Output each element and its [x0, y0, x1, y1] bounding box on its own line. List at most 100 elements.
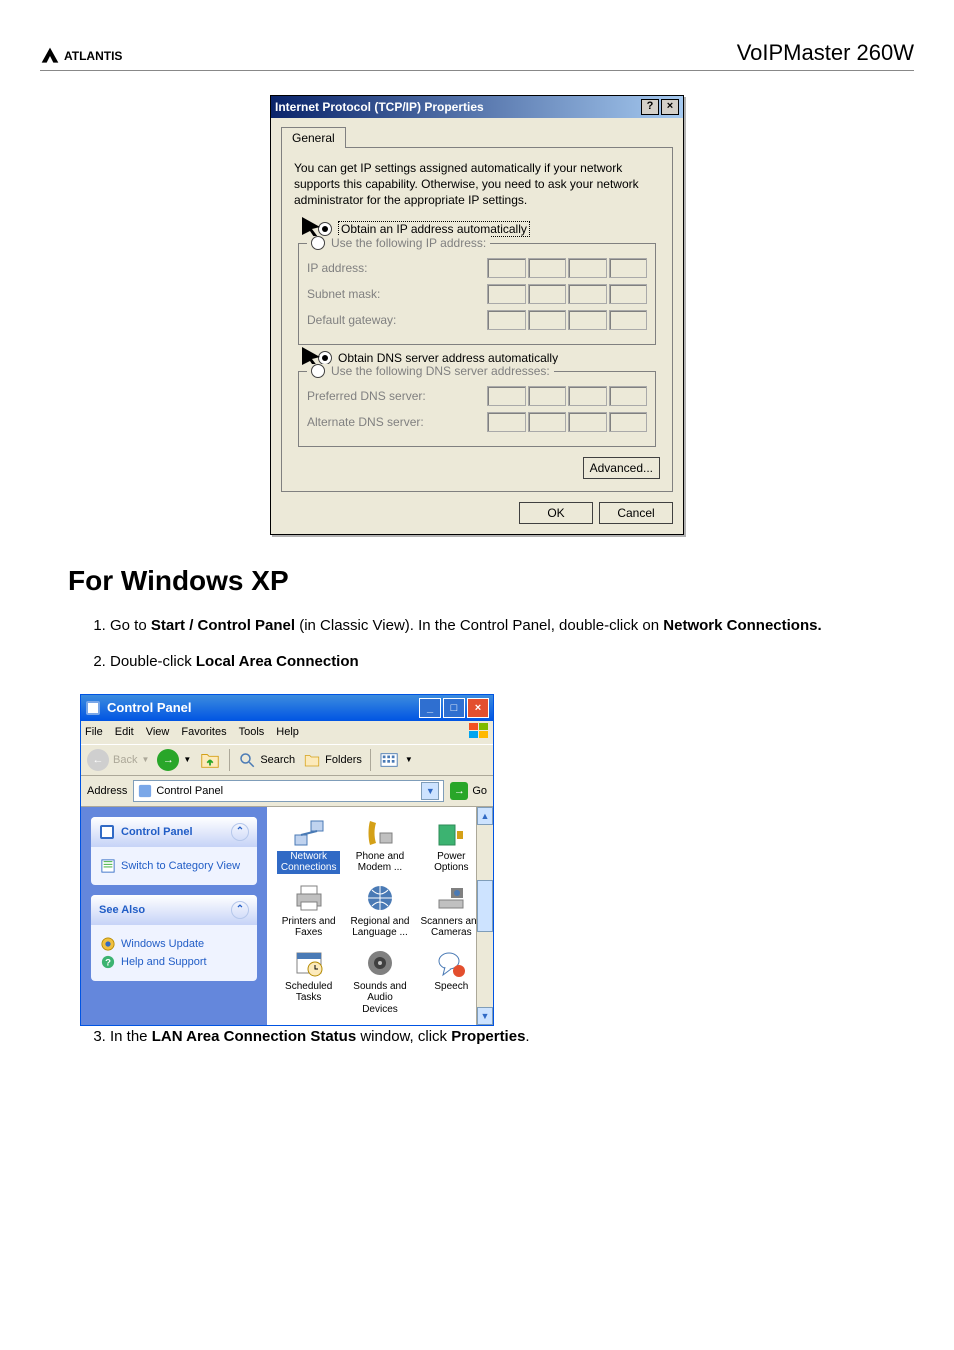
icon-sounds-audio[interactable]: Sounds and Audio Devices — [346, 945, 413, 1018]
help-button[interactable]: ? — [641, 99, 659, 115]
sidebar: Control Panel ⌃ Switch to Category View … — [81, 807, 267, 1026]
step-3: In the LAN Area Connection Status window… — [110, 1026, 914, 1049]
ip-address-field — [487, 258, 647, 278]
icon-phone-modem[interactable]: Phone and Modem ... — [346, 815, 413, 876]
go-arrow-icon: → — [450, 782, 468, 800]
address-value: Control Panel — [156, 785, 223, 797]
scroll-thumb[interactable] — [477, 880, 493, 932]
sidebar-switch-view[interactable]: Switch to Category View — [101, 859, 247, 873]
address-label: Address — [87, 785, 127, 797]
default-gateway-field — [487, 310, 647, 330]
scrollbar[interactable]: ▲ ▼ — [476, 807, 493, 1026]
menu-favorites[interactable]: Favorites — [181, 726, 226, 738]
icon-power-options[interactable]: Power Options — [418, 815, 485, 876]
control-panel-window: Control Panel _ □ × File Edit View Favor… — [80, 694, 494, 1027]
views-icon — [379, 751, 401, 769]
menu-view[interactable]: View — [146, 726, 170, 738]
scroll-down-icon[interactable]: ▼ — [477, 1007, 493, 1025]
menu-bar: File Edit View Favorites Tools Help — [81, 721, 493, 744]
network-icon — [293, 817, 325, 849]
go-button[interactable]: →Go — [450, 782, 487, 800]
close-button[interactable]: × — [661, 99, 679, 115]
icon-network-connections[interactable]: Network Connections — [275, 815, 342, 876]
menu-file[interactable]: File — [85, 726, 103, 738]
close-button[interactable]: × — [467, 698, 489, 718]
radio-label: Obtain DNS server address automatically — [338, 351, 558, 365]
switch-view-icon — [101, 859, 115, 873]
window-title: Control Panel — [107, 700, 192, 715]
power-icon — [435, 817, 467, 849]
help-icon: ? — [101, 955, 115, 969]
up-button[interactable] — [199, 749, 221, 771]
globe-icon — [364, 882, 396, 914]
step-1: Go to Start / Control Panel (in Classic … — [110, 615, 914, 638]
menu-help[interactable]: Help — [276, 726, 299, 738]
tab-general[interactable]: General — [281, 127, 346, 148]
maximize-button[interactable]: □ — [443, 698, 465, 718]
search-button[interactable]: Search — [238, 751, 295, 769]
icon-scheduled-tasks[interactable]: Scheduled Tasks — [275, 945, 342, 1018]
general-panel: You can get IP settings assigned automat… — [281, 147, 673, 492]
minimize-button[interactable]: _ — [419, 698, 441, 718]
folders-button[interactable]: Folders — [303, 751, 362, 769]
dialog-title: Internet Protocol (TCP/IP) Properties — [275, 100, 484, 114]
tcpip-properties-dialog: Internet Protocol (TCP/IP) Properties ? … — [270, 95, 684, 535]
back-button[interactable]: ←Back▼ — [87, 749, 149, 771]
preferred-dns-label: Preferred DNS server: — [307, 389, 487, 403]
collapse-icon[interactable]: ⌃ — [231, 901, 249, 919]
scroll-up-icon[interactable]: ▲ — [477, 807, 493, 825]
icon-printers-faxes[interactable]: Printers and Faxes — [275, 880, 342, 941]
radio-dot-icon — [311, 364, 325, 378]
control-panel-icon — [85, 700, 101, 716]
sidebar-heading: See Also — [99, 904, 145, 916]
folder-up-icon — [199, 749, 221, 771]
ip-address-label: IP address: — [307, 261, 487, 275]
speech-icon — [435, 947, 467, 979]
address-dropdown-icon[interactable]: ▼ — [421, 782, 439, 800]
step-2: Double-click Local Area Connection — [110, 651, 914, 674]
collapse-icon[interactable]: ⌃ — [231, 823, 249, 841]
windows-flag-icon — [469, 723, 489, 742]
cancel-button[interactable]: Cancel — [599, 502, 673, 524]
radio-dot-icon — [311, 236, 325, 250]
radio-use-dns-manual[interactable]: Use the following DNS server addresses: — [331, 364, 550, 378]
brand-text: ATLANTIS — [64, 49, 122, 63]
subnet-mask-field — [487, 284, 647, 304]
brand-logo: ATLANTIS — [40, 46, 122, 66]
scheduled-icon — [293, 947, 325, 979]
speaker-icon — [364, 947, 396, 979]
sidebar-box-see-also: See Also ⌃ Windows Update ?Help and Supp… — [91, 895, 257, 981]
panel-description: You can get IP settings assigned automat… — [294, 160, 660, 209]
product-title: VoIPMaster 260W — [737, 40, 914, 66]
section-heading: For Windows XP — [68, 565, 914, 597]
arrow-logo-icon — [40, 46, 60, 66]
camera-icon — [435, 882, 467, 914]
icon-speech[interactable]: Speech — [418, 945, 485, 1018]
globe-icon — [101, 937, 115, 951]
icon-regional-language[interactable]: Regional and Language ... — [346, 880, 413, 941]
ok-button[interactable]: OK — [519, 502, 593, 524]
menu-edit[interactable]: Edit — [115, 726, 134, 738]
forward-arrow-icon: → — [157, 749, 179, 771]
radio-obtain-dns-auto[interactable]: Obtain DNS server address automatically — [318, 351, 660, 365]
sidebar-windows-update[interactable]: Windows Update — [101, 937, 247, 951]
printer-icon — [293, 882, 325, 914]
alternate-dns-label: Alternate DNS server: — [307, 415, 487, 429]
preferred-dns-field — [487, 386, 647, 406]
advanced-button[interactable]: Advanced... — [583, 457, 660, 479]
radio-label: Obtain an IP address automatically — [338, 221, 530, 237]
sidebar-help-support[interactable]: ?Help and Support — [101, 955, 247, 969]
icon-scanners-cameras[interactable]: Scanners and Cameras — [418, 880, 485, 941]
address-bar: Address Control Panel ▼ →Go — [81, 776, 493, 807]
radio-use-ip-manual[interactable]: Use the following IP address: — [331, 236, 486, 250]
forward-button[interactable]: →▼ — [157, 749, 191, 771]
subnet-mask-label: Subnet mask: — [307, 287, 487, 301]
radio-obtain-ip-auto[interactable]: Obtain an IP address automatically — [318, 221, 660, 237]
svg-text:?: ? — [105, 957, 111, 968]
default-gateway-label: Default gateway: — [307, 313, 487, 327]
views-button[interactable]: ▼ — [379, 751, 413, 769]
control-panel-icon — [99, 824, 115, 840]
phone-icon — [364, 817, 396, 849]
address-field[interactable]: Control Panel ▼ — [133, 780, 444, 802]
menu-tools[interactable]: Tools — [239, 726, 265, 738]
